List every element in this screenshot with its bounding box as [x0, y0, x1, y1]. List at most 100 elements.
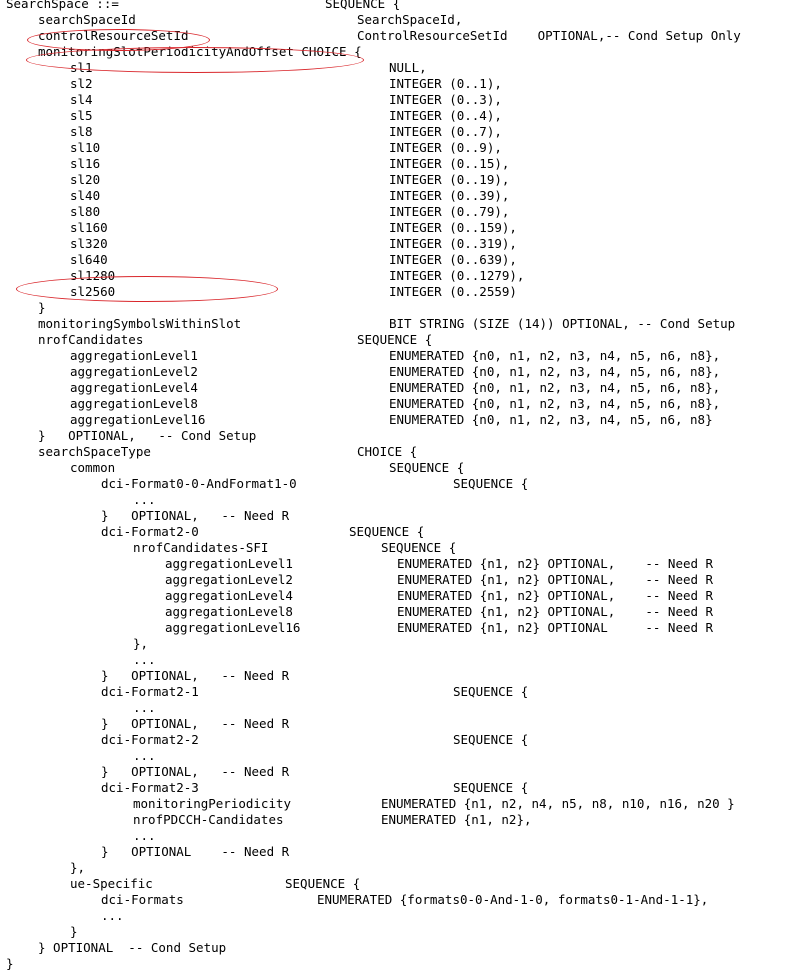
- code-type: INTEGER (0..15),: [389, 156, 510, 171]
- code-type: SEQUENCE {: [453, 684, 529, 699]
- code-type: CHOICE {: [357, 444, 418, 459]
- highlight-oval-monitoring-slot-periodicity: [26, 47, 364, 73]
- code-token: } OPTIONAL, -- Need R: [101, 764, 290, 779]
- code-token: aggregationLevel4: [165, 588, 293, 603]
- code-token: dci-Formats: [101, 892, 184, 907]
- code-token: nrofCandidates: [38, 332, 144, 347]
- code-token: }: [70, 924, 78, 939]
- code-token: monitoringSymbolsWithinSlot: [38, 316, 242, 331]
- code-token: dci-Format2-0: [101, 524, 199, 539]
- code-token: } OPTIONAL, -- Need R: [101, 508, 290, 523]
- code-token: ...: [133, 828, 156, 843]
- code-type: ENUMERATED {n1, n2} OPTIONAL, -- Need R: [397, 588, 714, 603]
- code-token: },: [133, 636, 149, 651]
- code-type: ENUMERATED {n1, n2} OPTIONAL, -- Need R: [397, 604, 714, 619]
- code-type: INTEGER (0..19),: [389, 172, 510, 187]
- code-token: sl20: [70, 172, 101, 187]
- code-type: ENUMERATED {n1, n2},: [381, 812, 532, 827]
- code-type: INTEGER (0..79),: [389, 204, 510, 219]
- code-type: INTEGER (0..639),: [389, 252, 517, 267]
- code-type: INTEGER (0..7),: [389, 124, 502, 139]
- code-type: ENUMERATED {n0, n1, n2, n3, n4, n5, n6, …: [389, 412, 713, 427]
- code-type: NULL,: [389, 60, 427, 75]
- code-token: }: [38, 300, 46, 315]
- code-token: ...: [133, 492, 156, 507]
- code-token: aggregationLevel4: [70, 380, 198, 395]
- code-type: INTEGER (0..2559): [389, 284, 517, 299]
- code-token: searchSpaceId: [38, 12, 136, 27]
- code-token: dci-Format0-0-AndFormat1-0: [101, 476, 297, 491]
- code-token: SearchSpace ::=: [6, 0, 119, 11]
- code-token: nrofPDCCH-Candidates: [133, 812, 284, 827]
- code-token: sl160: [70, 220, 108, 235]
- code-token: sl2: [70, 76, 93, 91]
- code-token: } OPTIONAL, -- Need R: [101, 668, 290, 683]
- code-type: SEQUENCE {: [285, 876, 361, 891]
- code-token: nrofCandidates-SFI: [133, 540, 269, 555]
- code-type: SEQUENCE {: [381, 540, 457, 555]
- code-token: ...: [133, 748, 156, 763]
- code-token: aggregationLevel2: [165, 572, 293, 587]
- code-token: common: [70, 460, 116, 475]
- code-token: sl40: [70, 188, 101, 203]
- code-type: ENUMERATED {n0, n1, n2, n3, n4, n5, n6, …: [389, 348, 721, 363]
- code-type: INTEGER (0..159),: [389, 220, 517, 235]
- code-type: ENUMERATED {n1, n2, n4, n5, n8, n10, n16…: [381, 796, 735, 811]
- code-token: } OPTIONAL, -- Cond Setup: [38, 428, 257, 443]
- code-token: ...: [101, 908, 124, 923]
- code-token: aggregationLevel2: [70, 364, 198, 379]
- code-token: sl8: [70, 124, 93, 139]
- code-type: INTEGER (0..39),: [389, 188, 510, 203]
- code-token: }: [6, 956, 14, 971]
- code-type: SEQUENCE {: [453, 732, 529, 747]
- code-token: sl10: [70, 140, 101, 155]
- code-type: ControlResourceSetId OPTIONAL,-- Cond Se…: [357, 28, 741, 43]
- asn1-code-listing: SearchSpace ::= SEQUENCE {searchSpaceId Se…: [0, 0, 791, 971]
- code-type: INTEGER (0..1),: [389, 76, 502, 91]
- code-type: ENUMERATED {formats0-0-And-1-0, formats0…: [317, 892, 709, 907]
- code-type: SEQUENCE {: [357, 332, 433, 347]
- code-type: BIT STRING (SIZE (14)) OPTIONAL, -- Cond…: [389, 316, 736, 331]
- code-token: sl80: [70, 204, 101, 219]
- code-type: ENUMERATED {n1, n2} OPTIONAL -- Need R: [397, 620, 714, 635]
- code-token: sl320: [70, 236, 108, 251]
- code-type: INTEGER (0..1279),: [389, 268, 525, 283]
- code-type: SEQUENCE {: [349, 524, 425, 539]
- code-type: INTEGER (0..319),: [389, 236, 517, 251]
- code-token: ue-Specific: [70, 876, 153, 891]
- code-type: SEQUENCE {: [453, 476, 529, 491]
- code-type: ENUMERATED {n0, n1, n2, n3, n4, n5, n6, …: [389, 396, 721, 411]
- code-type: INTEGER (0..3),: [389, 92, 502, 107]
- code-type: SEQUENCE {: [453, 780, 529, 795]
- code-token: aggregationLevel8: [70, 396, 198, 411]
- code-type: ENUMERATED {n1, n2} OPTIONAL, -- Need R: [397, 572, 714, 587]
- code-token: sl5: [70, 108, 93, 123]
- code-type: ENUMERATED {n0, n1, n2, n3, n4, n5, n6, …: [389, 364, 721, 379]
- code-token: ...: [133, 700, 156, 715]
- code-token: aggregationLevel1: [165, 556, 293, 571]
- code-token: searchSpaceType: [38, 444, 151, 459]
- code-token: } OPTIONAL -- Need R: [101, 844, 290, 859]
- code-token: sl640: [70, 252, 108, 267]
- code-token: monitoringPeriodicity: [133, 796, 292, 811]
- code-token: } OPTIONAL -- Cond Setup: [38, 940, 227, 955]
- code-type: INTEGER (0..4),: [389, 108, 502, 123]
- code-type: ENUMERATED {n0, n1, n2, n3, n4, n5, n6, …: [389, 380, 721, 395]
- code-type: ENUMERATED {n1, n2} OPTIONAL, -- Need R: [397, 556, 714, 571]
- highlight-oval-monitoring-symbols: [16, 276, 278, 302]
- code-token: dci-Format2-2: [101, 732, 199, 747]
- code-type: INTEGER (0..9),: [389, 140, 502, 155]
- code-type: SEQUENCE {: [389, 460, 465, 475]
- code-token: dci-Format2-1: [101, 684, 199, 699]
- code-token: },: [70, 860, 86, 875]
- code-token: aggregationLevel16: [70, 412, 206, 427]
- code-token: } OPTIONAL, -- Need R: [101, 716, 290, 731]
- code-token: aggregationLevel8: [165, 604, 293, 619]
- code-token: ...: [133, 652, 156, 667]
- code-token: sl4: [70, 92, 93, 107]
- code-token: dci-Format2-3: [101, 780, 199, 795]
- code-type: SEQUENCE {: [325, 0, 401, 11]
- code-token: sl16: [70, 156, 101, 171]
- code-token: aggregationLevel1: [70, 348, 198, 363]
- code-type: SearchSpaceId,: [357, 12, 463, 27]
